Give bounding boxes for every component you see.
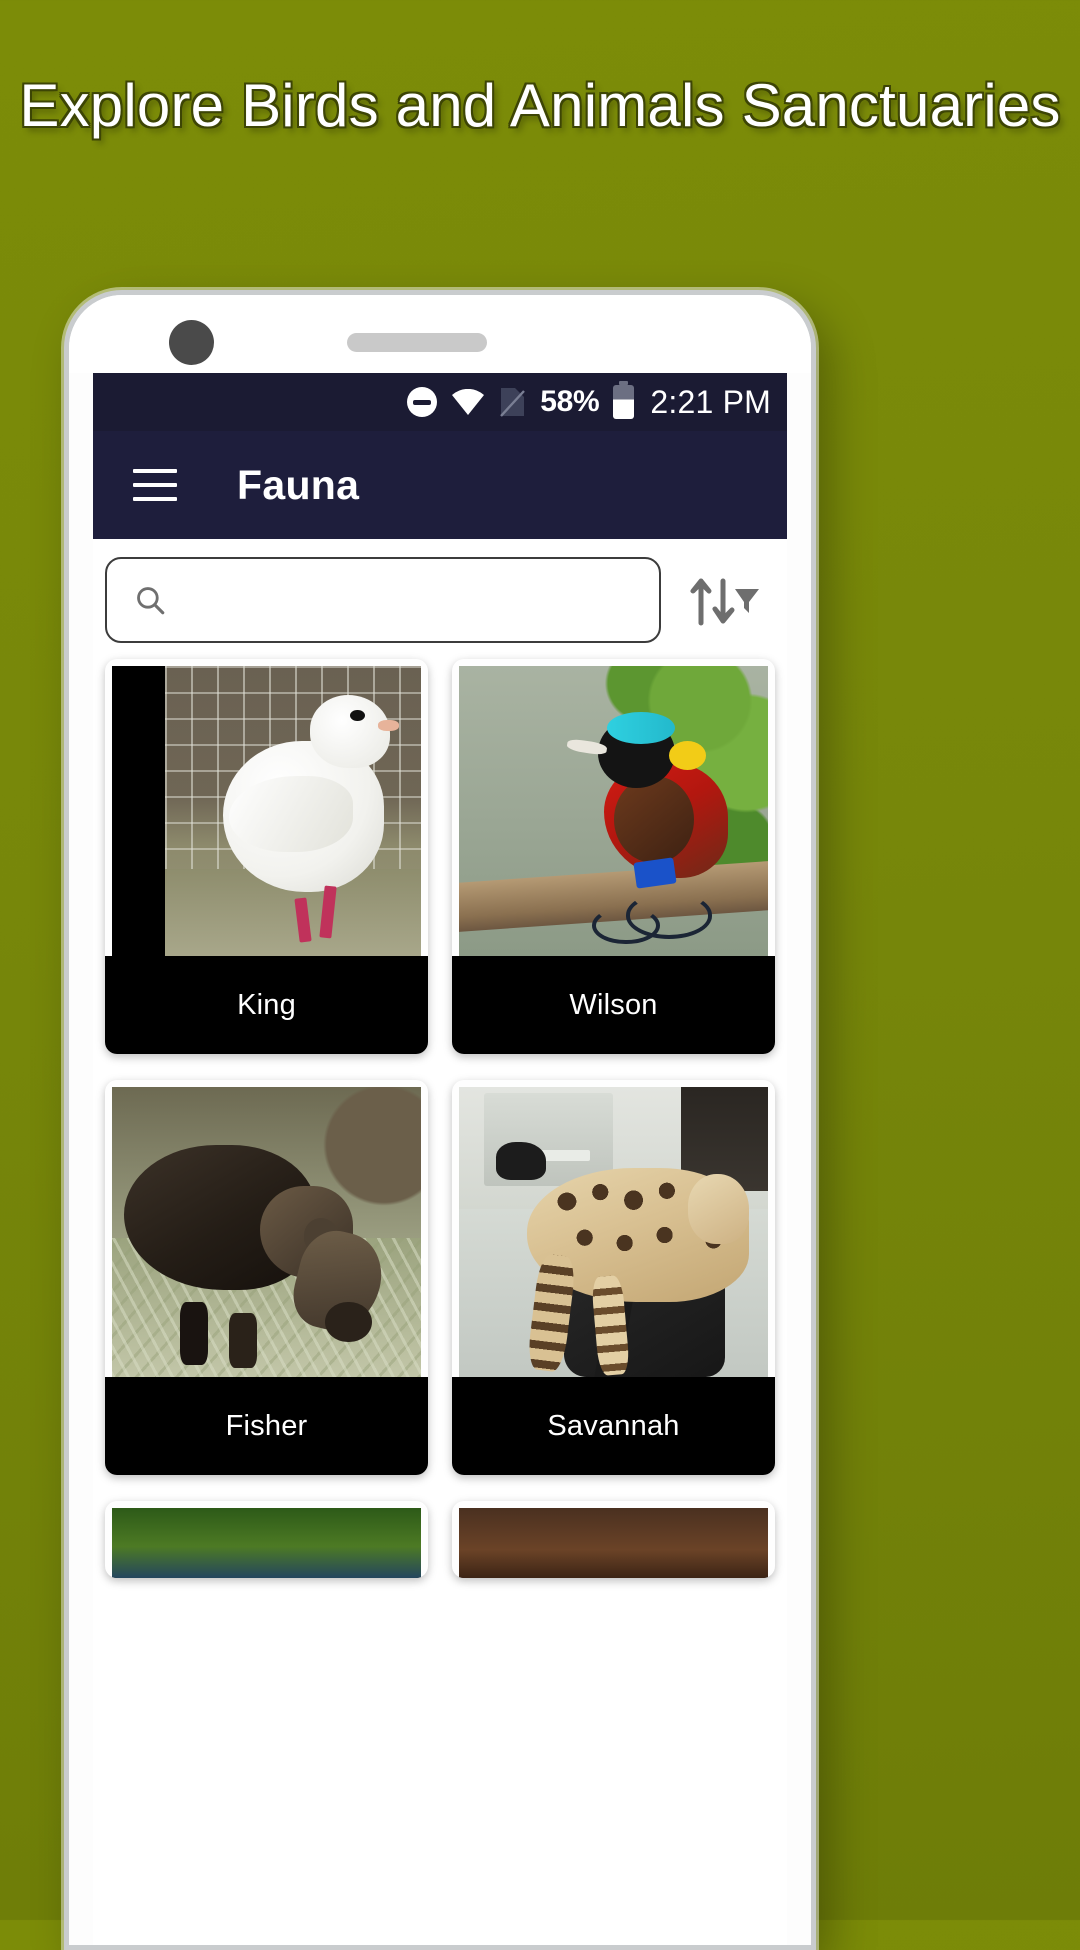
animal-image-wilson bbox=[459, 666, 768, 956]
animal-image-fisher bbox=[112, 1087, 421, 1377]
app-screen: 58% 2:21 PM Fauna King Wilson Fisher Sav… bbox=[93, 373, 787, 1945]
animal-card-fisher[interactable]: Fisher bbox=[105, 1080, 428, 1475]
app-bar: Fauna bbox=[93, 431, 787, 539]
hamburger-menu-icon[interactable] bbox=[133, 469, 177, 501]
animal-image-partial-left bbox=[112, 1508, 421, 1578]
battery-icon bbox=[613, 381, 635, 419]
animal-card-partial-left[interactable] bbox=[105, 1501, 428, 1578]
animal-card-wilson[interactable]: Wilson bbox=[452, 659, 775, 1054]
wifi-icon bbox=[451, 389, 485, 415]
animal-card-label: Wilson bbox=[452, 956, 775, 1054]
phone-top-bezel bbox=[69, 295, 811, 373]
animal-card-label: Fisher bbox=[105, 1377, 428, 1475]
animal-card-label: King bbox=[105, 956, 428, 1054]
status-bar: 58% 2:21 PM bbox=[93, 373, 787, 431]
animal-card-king[interactable]: King bbox=[105, 659, 428, 1054]
animal-card-partial-right[interactable] bbox=[452, 1501, 775, 1578]
animal-grid: King Wilson Fisher Savannah bbox=[93, 659, 787, 1578]
front-camera-icon bbox=[169, 320, 214, 365]
search-icon bbox=[137, 587, 165, 615]
phone-frame: 58% 2:21 PM Fauna King Wilson Fisher Sav… bbox=[64, 290, 816, 1950]
search-box[interactable] bbox=[105, 557, 661, 643]
do-not-disturb-icon bbox=[407, 387, 438, 417]
search-input[interactable] bbox=[181, 584, 633, 616]
app-title: Fauna bbox=[237, 461, 360, 508]
animal-image-savannah bbox=[459, 1087, 768, 1377]
earpiece-speaker bbox=[347, 333, 487, 352]
animal-card-label: Savannah bbox=[452, 1377, 775, 1475]
sort-filter-icon bbox=[690, 578, 759, 626]
animal-card-savannah[interactable]: Savannah bbox=[452, 1080, 775, 1475]
battery-percentage: 58% bbox=[540, 385, 600, 418]
no-sim-icon bbox=[499, 387, 526, 418]
search-row bbox=[93, 539, 787, 659]
animal-image-partial-right bbox=[459, 1508, 768, 1578]
page-headline: Explore Birds and Animals Sanctuaries bbox=[19, 72, 1061, 139]
status-bar-clock: 2:21 PM bbox=[650, 383, 771, 420]
animal-image-king bbox=[112, 666, 421, 956]
sort-filter-button[interactable] bbox=[661, 569, 787, 631]
